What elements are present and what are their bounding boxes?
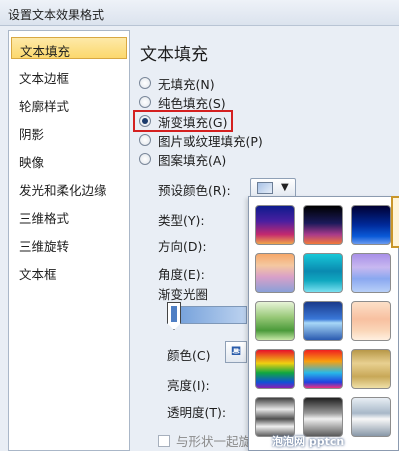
sidebar-item-reflection[interactable]: 映像 (11, 149, 127, 171)
radio-solid-fill[interactable]: 纯色填充(S) (139, 93, 226, 111)
sidebar-item-text-fill[interactable]: 文本填充 (11, 37, 127, 59)
watermark: 泡泡网 pptcn (272, 435, 345, 448)
sidebar-item-label: 阴影 (19, 127, 45, 142)
sidebar-item-label: 映像 (19, 155, 45, 170)
rotate-with-shape-option[interactable]: 与形状一起旋 (158, 431, 251, 450)
preset-colors-dropdown[interactable]: ▼ (250, 178, 296, 198)
gradient-preset-swatch[interactable] (303, 349, 343, 389)
gradient-stop-handle[interactable] (167, 302, 181, 330)
gradient-preset-swatch[interactable] (303, 205, 343, 245)
sidebar-item-label: 发光和柔化边缘 (19, 183, 107, 198)
gradient-preset-swatch[interactable] (303, 301, 343, 341)
gradient-preset-swatch[interactable] (351, 205, 391, 245)
gradient-preset-swatch[interactable] (351, 253, 391, 293)
radio-no-fill[interactable]: 无填充(N) (139, 74, 215, 92)
sidebar-item-label: 三维旋转 (19, 239, 70, 254)
transparency-label: 透明度(T): (167, 405, 227, 420)
radio-label: 纯色填充(S) (158, 95, 226, 111)
panel-title: 文本填充 (140, 45, 208, 65)
direction-label: 方向(D): (158, 239, 207, 254)
checkbox-label: 与形状一起旋 (176, 434, 252, 449)
radio-label: 渐变填充(G) (158, 114, 228, 130)
radio-label: 图片或纹理填充(P) (158, 133, 263, 149)
radio-button[interactable] (139, 96, 151, 108)
radio-button[interactable] (139, 134, 151, 146)
gradient-preset-swatch[interactable] (303, 253, 343, 293)
gradient-stop-color (171, 306, 177, 322)
rotate-with-shape-checkbox[interactable] (158, 434, 170, 447)
gradient-preset-swatch[interactable] (255, 349, 295, 389)
color-label: 颜色(C) (167, 348, 211, 363)
dialog-title: 设置文本效果格式 (8, 8, 105, 22)
sidebar-item-text-border[interactable]: 文本边框 (11, 65, 127, 87)
paint-bucket-icon[interactable]: ⛾ (225, 341, 247, 363)
gradient-stops-label: 渐变光圈 (158, 287, 209, 302)
chevron-down-icon: ▼ (281, 182, 289, 193)
preset-swatch-icon (257, 182, 273, 194)
sidebar-item-3d-rotation[interactable]: 三维旋转 (11, 233, 127, 255)
sidebar-item-label: 文本框 (19, 267, 57, 282)
category-sidebar: 文本填充 文本边框 轮廓样式 阴影 映像 发光和柔化边缘 三维格式 三维旋转 文… (8, 30, 130, 451)
gradient-preset-swatch[interactable] (255, 205, 295, 245)
radio-picture-texture-fill[interactable]: 图片或纹理填充(P) (139, 131, 263, 149)
brightness-label: 亮度(I): (167, 378, 210, 393)
gallery-partial-swatch[interactable] (391, 196, 399, 248)
sidebar-item-3d-format[interactable]: 三维格式 (11, 205, 127, 227)
radio-button[interactable] (139, 153, 151, 165)
gradient-preset-swatch[interactable] (351, 349, 391, 389)
preset-gradient-gallery (248, 196, 399, 451)
sidebar-item-label: 文本填充 (20, 44, 71, 59)
gradient-preset-swatch[interactable] (351, 301, 391, 341)
type-label: 类型(Y): (158, 213, 205, 228)
dialog-title-bar: 设置文本效果格式 (0, 0, 399, 26)
sidebar-item-label: 三维格式 (19, 211, 70, 226)
radio-button[interactable] (139, 77, 151, 89)
sidebar-item-label: 文本边框 (19, 71, 70, 86)
gradient-preset-swatch[interactable] (255, 301, 295, 341)
sidebar-item-shadow[interactable]: 阴影 (11, 121, 127, 143)
radio-pattern-fill[interactable]: 图案填充(A) (139, 150, 226, 168)
sidebar-item-outline-style[interactable]: 轮廓样式 (11, 93, 127, 115)
preset-colors-label: 预设颜色(R): (158, 183, 231, 198)
radio-button-selected[interactable] (139, 115, 151, 127)
angle-label: 角度(E): (158, 267, 205, 282)
radio-label: 无填充(N) (158, 76, 215, 92)
radio-gradient-fill[interactable]: 渐变填充(G) (139, 112, 227, 130)
sidebar-item-text-box[interactable]: 文本框 (11, 261, 127, 283)
gradient-preset-swatch[interactable] (255, 253, 295, 293)
radio-label: 图案填充(A) (158, 152, 227, 168)
sidebar-item-glow-soft-edges[interactable]: 发光和柔化边缘 (11, 177, 127, 199)
sidebar-item-label: 轮廓样式 (19, 99, 70, 114)
